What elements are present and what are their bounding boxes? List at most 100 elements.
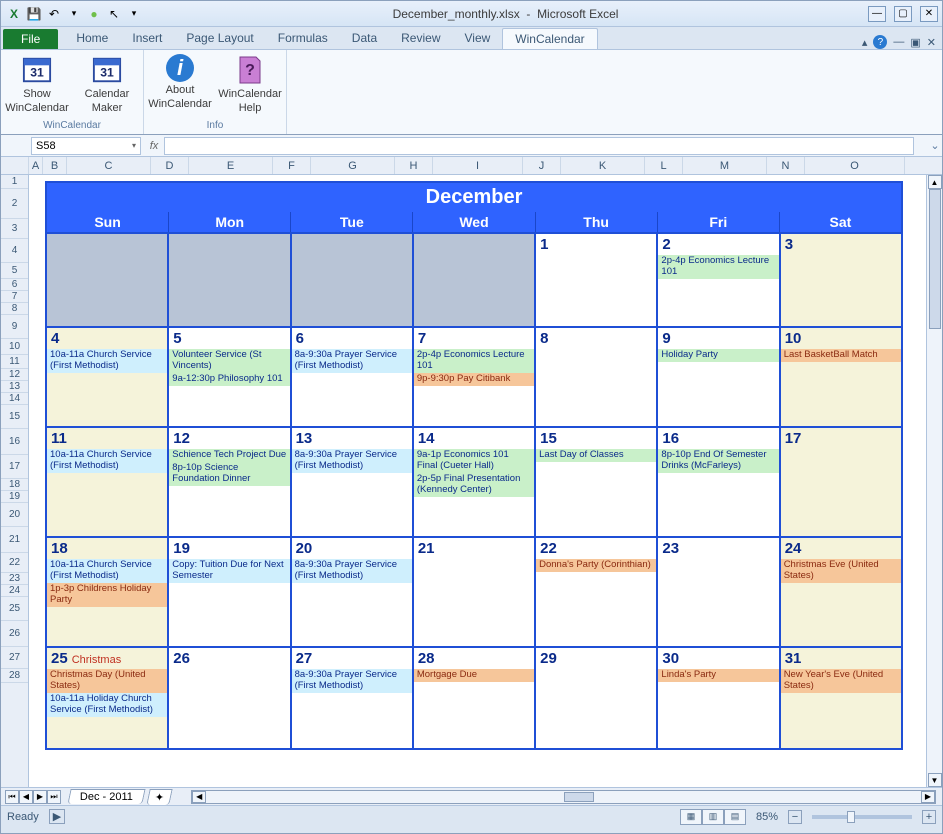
calendar-event[interactable]: 10a-11a Church Service (First Methodist)	[47, 449, 167, 473]
macro-record-icon[interactable]: ▶	[49, 809, 65, 824]
redo-icon[interactable]: ▾	[65, 5, 83, 23]
sheet-tab[interactable]: Dec - 2011	[67, 789, 145, 804]
calendar-event[interactable]: 8a-9:30a Prayer Service (First Methodist…	[292, 349, 412, 373]
vertical-scrollbar[interactable]: ▲ ▼	[926, 175, 942, 787]
calendar-cell[interactable]: 28Mortgage Due	[414, 648, 536, 748]
normal-view-button[interactable]: ▦	[680, 809, 702, 825]
workbook-close-icon[interactable]: ✕	[927, 36, 936, 49]
row-header[interactable]: 2	[1, 189, 28, 219]
scroll-up-icon[interactable]: ▲	[928, 175, 942, 189]
calendar-cell[interactable]: 21	[414, 538, 536, 646]
row-header[interactable]: 20	[1, 503, 28, 527]
scroll-thumb[interactable]	[929, 189, 941, 329]
row-header[interactable]: 8	[1, 303, 28, 315]
calendar-event[interactable]: 2p-4p Economics Lecture 101	[658, 255, 778, 279]
row-header[interactable]: 27	[1, 647, 28, 669]
undo-icon[interactable]: ↶	[45, 5, 63, 23]
calendar-event[interactable]: 10a-11a Church Service (First Methodist)	[47, 559, 167, 583]
last-sheet-button[interactable]: ⏭	[47, 790, 61, 804]
calendar-event[interactable]: 10a-11a Church Service (First Methodist)	[47, 349, 167, 373]
calendar-cell[interactable]	[47, 234, 169, 326]
calendar-cell[interactable]: 410a-11a Church Service (First Methodist…	[47, 328, 169, 426]
column-header[interactable]: F	[273, 157, 311, 174]
row-header[interactable]: 4	[1, 239, 28, 263]
horizontal-scrollbar[interactable]: ◀ ▶	[191, 790, 936, 804]
calendar-cell[interactable]: 8	[536, 328, 658, 426]
workbook-minimize-icon[interactable]: —	[893, 36, 904, 48]
row-header[interactable]: 14	[1, 393, 28, 405]
calendar-cell[interactable]: 31New Year's Eve (United States)	[781, 648, 901, 748]
file-tab[interactable]: File	[3, 29, 58, 49]
select-all-corner[interactable]	[1, 157, 29, 174]
row-header[interactable]: 12	[1, 369, 28, 381]
cursor-icon[interactable]: ↖	[105, 5, 123, 23]
calendar-event[interactable]: 9a-1p Economics 101 Final (Cueter Hall)	[414, 449, 534, 473]
zoom-in-button[interactable]: +	[922, 810, 936, 824]
next-sheet-button[interactable]: ▶	[33, 790, 47, 804]
cells-area[interactable]: December SunMonTueWedThuFriSat 122p-4p E…	[29, 175, 942, 787]
calendar-maker-button[interactable]: 31 Calendar Maker	[77, 54, 137, 114]
column-header[interactable]: N	[767, 157, 805, 174]
row-header[interactable]: 9	[1, 315, 28, 339]
fx-icon[interactable]: fx	[144, 140, 164, 152]
new-sheet-button[interactable]: ✦	[146, 789, 173, 805]
column-header[interactable]: C	[67, 157, 151, 174]
column-header[interactable]: L	[645, 157, 683, 174]
row-header[interactable]: 13	[1, 381, 28, 393]
formula-input[interactable]	[164, 137, 914, 155]
calendar-cell[interactable]: 1810a-11a Church Service (First Methodis…	[47, 538, 169, 646]
calendar-cell[interactable]: 1110a-11a Church Service (First Methodis…	[47, 428, 169, 536]
column-header[interactable]: E	[189, 157, 273, 174]
calendar-cell[interactable]: 278a-9:30a Prayer Service (First Methodi…	[292, 648, 414, 748]
minimize-ribbon-icon[interactable]: ▴	[862, 36, 868, 49]
row-header[interactable]: 17	[1, 455, 28, 479]
tab-formulas[interactable]: Formulas	[266, 28, 340, 49]
minimize-button[interactable]: —	[868, 6, 886, 22]
zoom-out-button[interactable]: −	[788, 810, 802, 824]
row-header[interactable]: 25	[1, 597, 28, 621]
calendar-event[interactable]: 8a-9:30a Prayer Service (First Methodist…	[292, 669, 412, 693]
calendar-cell[interactable]	[414, 234, 536, 326]
show-wincalendar-button[interactable]: 31 Show WinCalendar	[7, 54, 67, 114]
calendar-event[interactable]: 2p-5p Final Presentation (Kennedy Center…	[414, 473, 534, 497]
column-header[interactable]: B	[43, 157, 67, 174]
calendar-cell[interactable]: 19Copy: Tuition Due for Next Semester	[169, 538, 291, 646]
qat-dropdown-icon[interactable]: ▾	[125, 5, 143, 23]
scroll-thumb[interactable]	[564, 792, 594, 802]
name-box[interactable]: S58▾	[31, 137, 141, 155]
row-header[interactable]: 11	[1, 355, 28, 369]
calendar-event[interactable]: Christmas Day (United States)	[47, 669, 167, 693]
calendar-event[interactable]: 10a-11a Holiday Church Service (First Me…	[47, 693, 167, 717]
row-header[interactable]: 28	[1, 669, 28, 683]
calendar-event[interactable]: Schience Tech Project Due	[169, 449, 289, 462]
calendar-event[interactable]: Linda's Party	[658, 669, 778, 682]
calendar-event[interactable]: Christmas Eve (United States)	[781, 559, 901, 583]
scroll-right-icon[interactable]: ▶	[921, 791, 935, 803]
calendar-event[interactable]: Volunteer Service (St Vincents)	[169, 349, 289, 373]
row-header[interactable]: 10	[1, 339, 28, 355]
calendar-cell[interactable]: 12Schience Tech Project Due8p-10p Scienc…	[169, 428, 291, 536]
scroll-left-icon[interactable]: ◀	[192, 791, 206, 803]
row-header[interactable]: 16	[1, 429, 28, 455]
column-header[interactable]: K	[561, 157, 645, 174]
maximize-button[interactable]: ▢	[894, 6, 912, 22]
calendar-cell[interactable]: 10Last BasketBall Match	[781, 328, 901, 426]
calendar-event[interactable]: Donna's Party (Corinthian)	[536, 559, 656, 572]
calendar-event[interactable]: New Year's Eve (United States)	[781, 669, 901, 693]
row-header[interactable]: 22	[1, 553, 28, 573]
calendar-cell[interactable]: 23	[658, 538, 780, 646]
calendar-cell[interactable]: 168p-10p End Of Semester Drinks (McFarle…	[658, 428, 780, 536]
column-header[interactable]: M	[683, 157, 767, 174]
column-header[interactable]: A	[29, 157, 43, 174]
about-wincalendar-button[interactable]: i About WinCalendar	[150, 54, 210, 110]
workbook-restore-icon[interactable]: ▣	[910, 36, 920, 49]
calendar-event[interactable]: 8p-10p End Of Semester Drinks (McFarleys…	[658, 449, 778, 473]
help-icon[interactable]: ?	[873, 35, 887, 49]
save-icon[interactable]: 💾	[25, 5, 43, 23]
calendar-event[interactable]: 8a-9:30a Prayer Service (First Methodist…	[292, 449, 412, 473]
column-header[interactable]: G	[311, 157, 395, 174]
page-break-view-button[interactable]: ▤	[724, 809, 746, 825]
calendar-event[interactable]: Copy: Tuition Due for Next Semester	[169, 559, 289, 583]
calendar-event[interactable]: 9a-12:30p Philosophy 101	[169, 373, 289, 386]
calendar-cell[interactable]: 5Volunteer Service (St Vincents)9a-12:30…	[169, 328, 291, 426]
